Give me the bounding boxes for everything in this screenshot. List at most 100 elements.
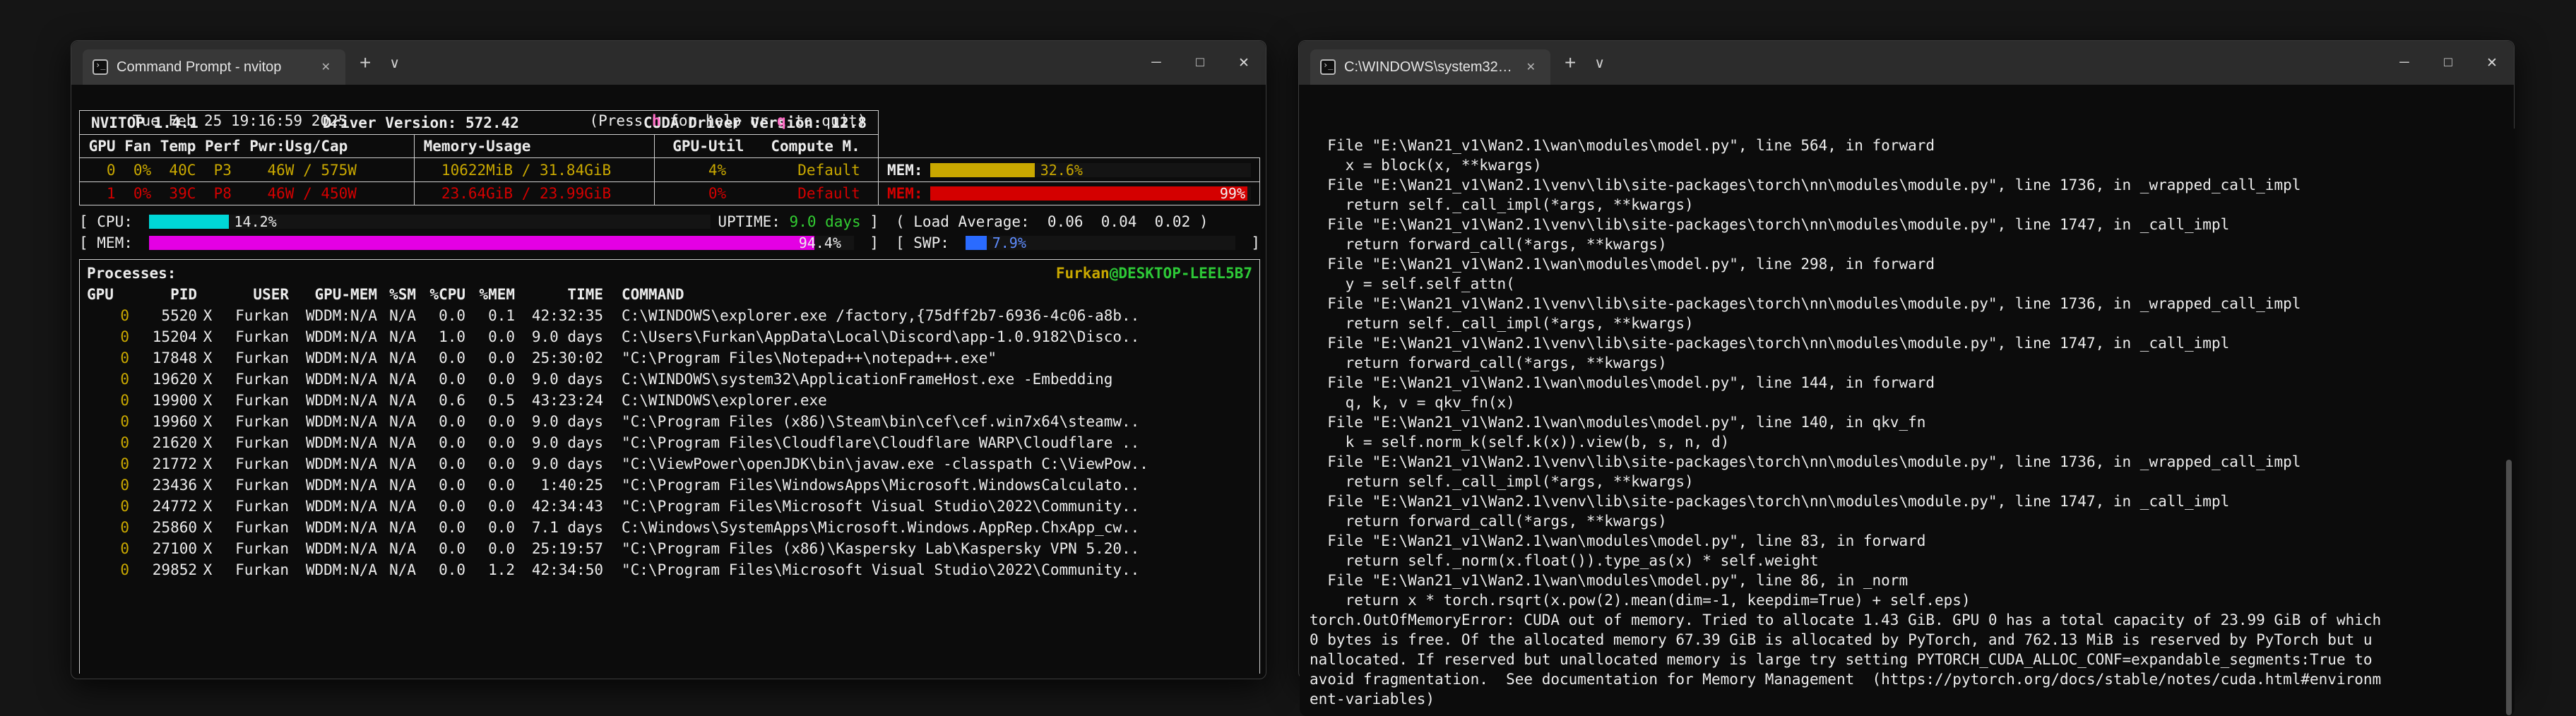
gpu-mem-label: MEM:	[887, 185, 923, 202]
gpu-mem-label: MEM:	[887, 161, 923, 179]
cpu-bar: 14.2%	[148, 213, 711, 230]
new-tab-button[interactable]: +	[352, 52, 378, 74]
minimize-button[interactable]: ─	[2382, 41, 2426, 85]
process-cell-pid: 29852	[152, 561, 197, 578]
process-cell-pid: 19900	[152, 392, 197, 409]
process-cell-command: "C:\Program Files\WindowsApps\Microsoft.…	[622, 477, 1140, 494]
process-cell-time: 9.0 days	[531, 371, 603, 388]
process-cell-sm: N/A	[389, 413, 416, 430]
process-cell-cpu: 0.0	[439, 350, 465, 366]
process-cell-mem: 0.0	[488, 413, 515, 430]
process-row: 0 21772 X Furkan WDDM:N/A N/A 0.0 0.0 9.0 days "C…	[87, 453, 1252, 475]
traceback-line: File "E:\Wan21_v1\Wan2.1\wan\modules\mod…	[1310, 532, 1926, 549]
mem-bar: 94.4%	[148, 234, 854, 251]
process-cell-pid: 19620	[152, 371, 197, 388]
process-cell-type: X	[203, 350, 213, 366]
process-cell-mem: 0.0	[488, 540, 515, 557]
window-controls: ─ □ ✕	[1134, 41, 1266, 85]
traceback-line: return self._call_impl(*args, **kwargs)	[1310, 473, 1694, 490]
process-cell-cpu: 0.0	[439, 561, 465, 578]
process-cell-mem: 0.0	[488, 328, 515, 345]
cpu-row: [ CPU: 14.2% UPTIME: 9.0 days ] ( Load A…	[79, 211, 1260, 232]
tab-dropdown-button[interactable]: ∨	[1587, 54, 1612, 72]
process-row: 0 29852 X Furkan WDDM:N/A N/A 0.0 1.2 42:34:50 "C…	[87, 559, 1252, 580]
gpu-table: 0 0% 40C P3 46W / 575W 10622MiB / 31.84G…	[79, 157, 1260, 205]
minimize-button[interactable]: ─	[1134, 41, 1178, 85]
mem-label: [ MEM:	[79, 234, 142, 251]
process-cell-user: Furkan	[235, 307, 289, 324]
traceback-line: return x * torch.rsqrt(x.pow(2).mean(dim…	[1310, 592, 1971, 609]
process-cell-command: "C:\Program Files (x86)\Steam\bin\cef\ce…	[622, 413, 1140, 430]
process-cell-gpu: 0	[120, 540, 129, 557]
process-cell-pid: 19960	[152, 413, 197, 430]
host-panel: [ CPU: 14.2% UPTIME: 9.0 days ] ( Load A…	[79, 211, 1260, 253]
process-cell-sm: N/A	[389, 540, 416, 557]
key-h: h	[651, 112, 661, 129]
process-cell-pid: 15204	[152, 328, 197, 345]
process-cell-command: C:\WINDOWS\explorer.exe /factory,{75dff2…	[622, 307, 1140, 324]
traceback-line: return self._call_impl(*args, **kwargs)	[1310, 196, 1694, 213]
gpu-util-cell: 4% Default	[654, 158, 878, 181]
process-cell-time: 9.0 days	[531, 413, 603, 430]
traceback-line: x = block(x, **kwargs)	[1310, 157, 1542, 174]
process-cell-time: 9.0 days	[531, 328, 603, 345]
tab-close-icon[interactable]: ✕	[1521, 59, 1541, 75]
new-tab-button[interactable]: +	[1557, 52, 1583, 74]
process-cell-sm: N/A	[389, 434, 416, 451]
key-q: q	[777, 112, 786, 129]
process-cell-sm: N/A	[389, 392, 416, 409]
status-line: Tue Feb 25 19:16:59 2025 (Press h for he…	[79, 89, 1258, 129]
tab-dropdown-button[interactable]: ∨	[382, 54, 407, 72]
cpu-bracket-close: ]	[860, 213, 879, 230]
gpu-info-cell: 0 0% 40C P3 46W / 575W	[80, 161, 357, 179]
process-cell-sm: N/A	[389, 307, 416, 324]
process-cell-type: X	[203, 413, 213, 430]
process-cell-gpu: 0	[120, 307, 129, 324]
tab-cmd[interactable]: C:\WINDOWS\system32\cmd.. ✕	[1310, 49, 1550, 85]
processes-title-row: Processes: Furkan@DESKTOP-LEEL5B7	[87, 263, 1252, 284]
process-cell-gpu: 0	[120, 519, 129, 536]
tab-close-icon[interactable]: ✕	[316, 59, 336, 75]
tab-nvitop[interactable]: Command Prompt - nvitop ✕	[83, 49, 345, 85]
process-header: GPU PID USER GPU-MEM %SM %CPU %MEM TIME …	[87, 284, 1252, 305]
window-cmd: C:\WINDOWS\system32\cmd.. ✕ + ∨ ─ □ ✕ Fi…	[1298, 40, 2515, 716]
traceback-line: q, k, v = qkv_fn(x)	[1310, 394, 1515, 411]
cpu-bar-text: 14.2%	[234, 213, 277, 230]
close-button[interactable]: ✕	[1222, 41, 1266, 85]
traceback-line: File "E:\Wan21_v1\Wan2.1\wan\modules\mod…	[1310, 572, 1909, 589]
process-cell-pid: 27100	[152, 540, 197, 557]
process-cell-command: "C:\ViewPower\openJDK\bin\javaw.exe -cla…	[622, 455, 1148, 472]
process-cell-mem: 0.0	[488, 477, 515, 494]
process-row: 0 23436 X Furkan WDDM:N/A N/A 0.0 0.0 1:40:25 "C:…	[87, 475, 1252, 496]
process-cell-type: X	[203, 455, 213, 472]
mem-bar-fill	[148, 236, 814, 250]
process-cell-sm: N/A	[389, 371, 416, 388]
traceback-lines: File "E:\Wan21_v1\Wan2.1\wan\modules\mod…	[1310, 136, 2505, 709]
traceback-line: File "E:\Wan21_v1\Wan2.1\venv\lib\site-p…	[1310, 453, 2301, 470]
process-cell-command: "C:\Program Files\Notepad++\notepad++.ex…	[622, 350, 997, 366]
help-text: (Press h for help or q to quit)	[518, 89, 866, 153]
col-command: COMMAND	[622, 286, 684, 303]
process-cell-gpu_mem: WDDM:N/A	[305, 350, 377, 366]
col-mem: %MEM	[479, 286, 515, 303]
maximize-button[interactable]: □	[2426, 41, 2470, 85]
process-cell-sm: N/A	[389, 328, 416, 345]
process-cell-type: X	[203, 477, 213, 494]
process-cell-time: 1:40:25	[540, 477, 603, 494]
process-cell-gpu: 0	[120, 371, 129, 388]
maximize-button[interactable]: □	[1178, 41, 1222, 85]
process-cell-mem: 0.0	[488, 498, 515, 515]
close-button[interactable]: ✕	[2470, 41, 2514, 85]
process-cell-command: C:\Users\Furkan\AppData\Local\Discord\ap…	[622, 328, 1140, 345]
process-cell-cpu: 1.0	[439, 328, 465, 345]
scrollbar-thumb[interactable]	[2506, 460, 2512, 715]
traceback-line: y = self.self_attn(	[1310, 275, 1515, 292]
process-cell-cpu: 0.0	[439, 307, 465, 324]
gpu-mem-bar: 99%	[930, 185, 1251, 202]
process-cell-mem: 0.0	[488, 350, 515, 366]
traceback-line: File "E:\Wan21_v1\Wan2.1\venv\lib\site-p…	[1310, 177, 2301, 193]
gpu-info-cell: 1 0% 39C P8 46W / 450W	[80, 185, 357, 202]
traceback-line: File "E:\Wan21_v1\Wan2.1\wan\modules\mod…	[1310, 256, 1935, 273]
cpu-bar-fill	[148, 215, 229, 229]
process-cell-user: Furkan	[235, 540, 289, 557]
